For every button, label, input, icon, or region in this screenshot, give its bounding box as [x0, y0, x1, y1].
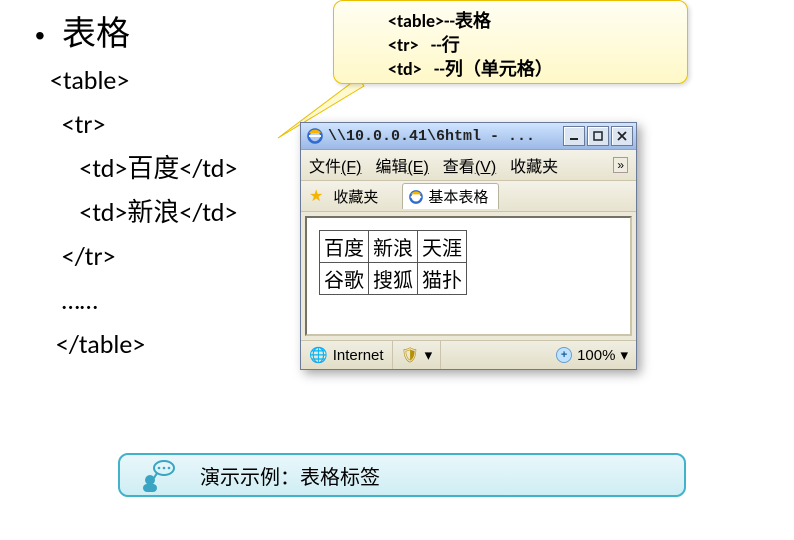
menu-label: 收藏夹 [510, 159, 558, 176]
menu-label: 文件 [309, 159, 341, 176]
menubar: 文件(F) 编辑(E) 查看(V) 收藏夹 » [301, 150, 636, 181]
statusbar: 🌐 Internet 🛡 ▾ + 100% ▾ [301, 340, 636, 369]
ie-icon [307, 128, 323, 144]
menu-accel: (F) [341, 159, 361, 176]
ie-window: \\10.0.0.41\6html - ... 文件(F) 编辑(E) 查看(V… [300, 122, 637, 370]
table-cell: 百度 [320, 231, 369, 263]
minimize-button[interactable] [563, 126, 585, 146]
status-protected[interactable]: 🛡 ▾ [393, 341, 442, 369]
table-cell: 新浪 [369, 231, 418, 263]
globe-icon: 🌐 [309, 346, 328, 364]
callout-line: <table>--表格 [388, 10, 491, 32]
rendered-table: 百度 新浪 天涯 谷歌 搜狐 猫扑 [319, 230, 467, 295]
page-tab[interactable]: 基本表格 [402, 183, 499, 209]
table-cell: 猫扑 [418, 263, 467, 295]
window-title: \\10.0.0.41\6html - ... [328, 128, 563, 145]
slide: • 表格 <table> <tr> <td>百度</td> <td>新浪</td… [0, 0, 794, 540]
page-content: 百度 新浪 天涯 谷歌 搜狐 猫扑 [305, 216, 632, 336]
table-row: 百度 新浪 天涯 [320, 231, 467, 263]
window-buttons [563, 126, 633, 146]
menu-file[interactable]: 文件(F) [309, 153, 361, 177]
menu-accel: (E) [407, 159, 428, 176]
heading: 表格 [62, 6, 130, 55]
favorites-label[interactable]: 收藏夹 [333, 186, 378, 207]
demo-banner-text: 演示示例：表格标签 [200, 461, 380, 490]
maximize-button[interactable] [587, 126, 609, 146]
table-row: 谷歌 搜狐 猫扑 [320, 263, 467, 295]
menu-view[interactable]: 查看(V) [443, 153, 496, 177]
zone-label: Internet [333, 347, 384, 364]
zoom-value: 100% [577, 347, 615, 364]
shield-icon: 🛡 [401, 346, 420, 364]
menu-overflow[interactable]: » [613, 157, 628, 173]
status-zone[interactable]: 🌐 Internet [301, 341, 393, 369]
titlebar[interactable]: \\10.0.0.41\6html - ... [301, 123, 636, 150]
menu-label: 编辑 [375, 159, 407, 176]
table-cell: 天涯 [418, 231, 467, 263]
tab-label: 基本表格 [428, 186, 488, 207]
star-icon: ★ [309, 186, 323, 206]
callout-line: <td> --列（单元格） [388, 58, 553, 80]
menu-favorites[interactable]: 收藏夹 [510, 153, 558, 177]
person-speech-icon [138, 458, 172, 492]
chevron-down-icon: ▾ [620, 346, 628, 364]
menu-label: 查看 [443, 159, 475, 176]
callout-line: <tr> --行 [388, 34, 460, 56]
code-sample: <table> <tr> <td>百度</td> <td>新浪</td> </t… [50, 58, 237, 366]
close-button[interactable] [611, 126, 633, 146]
favorites-bar: ★ 收藏夹 基本表格 [301, 181, 636, 212]
zoom-icon: + [556, 347, 572, 363]
bullet-dot: • [35, 20, 45, 52]
chevron-down-icon: ▾ [425, 346, 433, 364]
ie-icon [409, 190, 423, 204]
status-zoom[interactable]: + 100% ▾ [548, 341, 636, 369]
callout-box: <table>--表格 <tr> --行 <td> --列（单元格） [333, 0, 688, 84]
menu-edit[interactable]: 编辑(E) [375, 153, 428, 177]
menu-accel: (V) [475, 159, 496, 176]
table-cell: 谷歌 [320, 263, 369, 295]
table-cell: 搜狐 [369, 263, 418, 295]
demo-banner: 演示示例：表格标签 [118, 453, 686, 497]
